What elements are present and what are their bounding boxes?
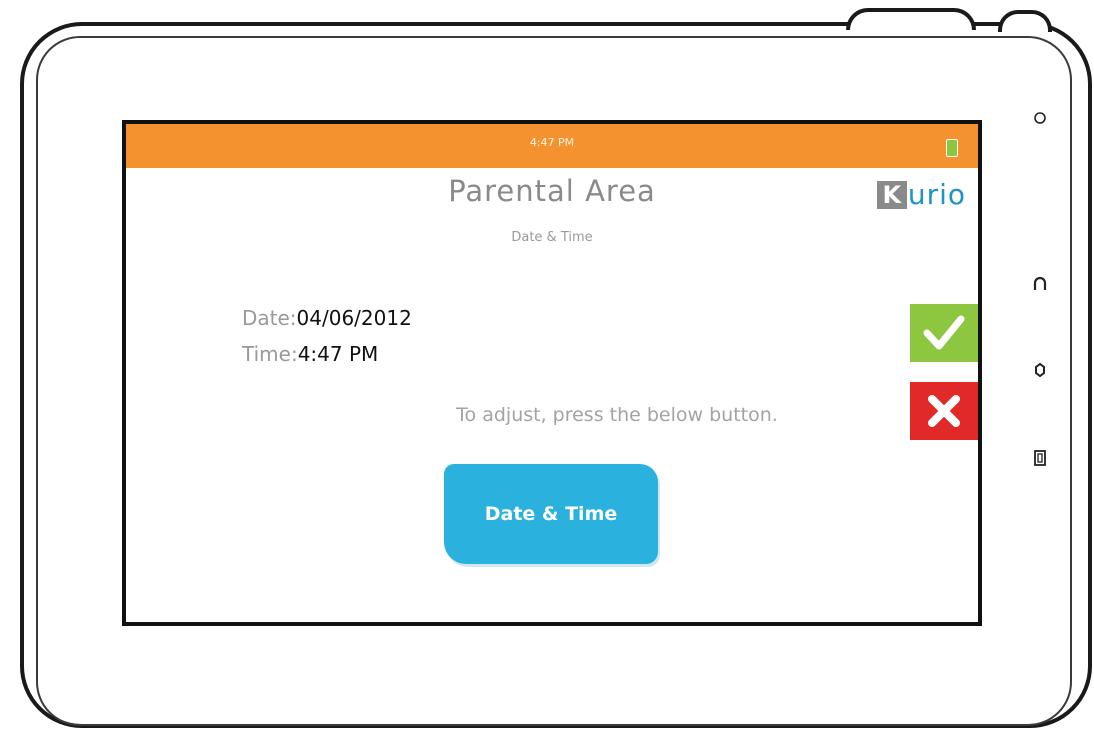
battery-door-icon bbox=[1026, 444, 1054, 472]
checkmark-icon bbox=[923, 315, 965, 350]
time-value: 4:47 PM bbox=[297, 342, 379, 366]
date-row: Date:04/06/2012 bbox=[242, 306, 412, 330]
date-label: Date: bbox=[242, 306, 297, 330]
circle-icon bbox=[1026, 104, 1054, 132]
time-label: Time: bbox=[242, 342, 298, 366]
time-row: Time:4:47 PM bbox=[242, 342, 378, 366]
speaker-icon bbox=[1026, 356, 1054, 384]
page-subtitle: Date & Time bbox=[511, 230, 593, 245]
date-value: 04/06/2012 bbox=[296, 306, 412, 330]
status-bar: 4:47 PM bbox=[126, 124, 978, 168]
app-screen: 4:47 PM Parental Area K urio Date & Time… bbox=[122, 120, 982, 626]
logo-letter: K bbox=[876, 180, 907, 209]
adjust-hint: To adjust, press the below button. bbox=[456, 404, 778, 426]
date-time-button[interactable]: Date & Time bbox=[444, 464, 658, 564]
status-time: 4:47 PM bbox=[529, 136, 575, 149]
battery-icon bbox=[946, 139, 958, 157]
power-button[interactable] bbox=[998, 10, 1052, 32]
cancel-button[interactable] bbox=[910, 382, 978, 440]
kurio-logo: K urio bbox=[876, 178, 966, 211]
headset-icon bbox=[1026, 270, 1054, 298]
logo-wordmark: urio bbox=[907, 178, 966, 211]
close-icon bbox=[928, 395, 960, 427]
volume-rocker[interactable] bbox=[846, 8, 976, 30]
page-title: Parental Area bbox=[448, 174, 656, 208]
confirm-button[interactable] bbox=[910, 304, 978, 362]
